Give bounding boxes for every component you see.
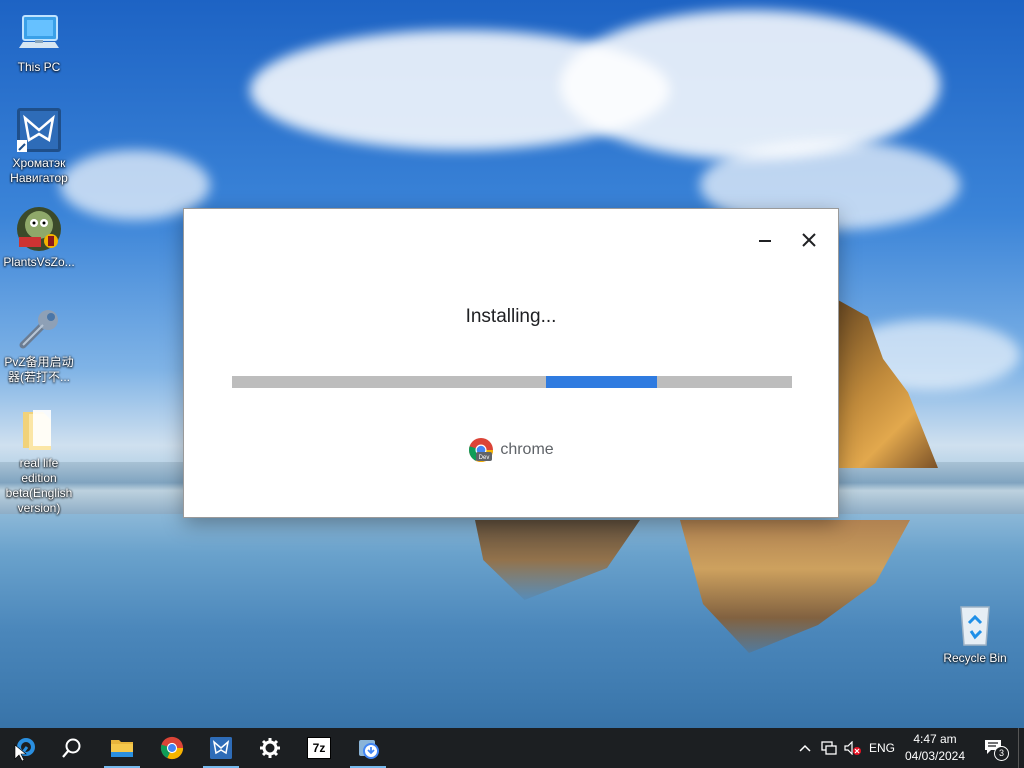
action-center-button[interactable]: 3 <box>978 728 1010 768</box>
minimize-button[interactable] <box>750 227 780 253</box>
install-progress-bar <box>232 376 792 388</box>
this-pc-icon <box>15 10 63 58</box>
recycle-bin-icon <box>951 601 999 649</box>
7zip-label: 7z <box>312 741 326 755</box>
chrome-icon <box>160 736 184 760</box>
clock-time: 4:47 am <box>913 732 957 746</box>
taskbar: 7z ENG 4:47 am 04/03/2024 3 <box>0 728 1024 768</box>
desktop-icon-folder[interactable]: real life edition beta(English version) <box>1 406 77 516</box>
dev-badge: Dev <box>479 455 490 461</box>
taskbar-7zip[interactable]: 7z <box>295 728 343 768</box>
start-button[interactable] <box>0 728 48 768</box>
tray-volume[interactable] <box>842 728 864 768</box>
clock-date: 04/03/2024 <box>904 749 966 763</box>
desktop-icon-chromatek-navigator[interactable]: Хроматэк Навигатор <box>1 106 77 186</box>
cliff-reflection <box>475 520 640 600</box>
desktop-icon-label: This PC <box>17 60 61 74</box>
7zip-icon: 7z <box>307 737 331 759</box>
volume-muted-icon <box>844 741 861 755</box>
chromatek-navigator-icon <box>210 737 232 759</box>
desktop-icon-this-pc[interactable]: This PC <box>1 10 77 75</box>
tray-network[interactable] <box>818 728 840 768</box>
network-icon <box>821 741 837 755</box>
taskbar-chrome[interactable] <box>148 728 196 768</box>
chrome-installer-dialog: Installing... Dev chrome <box>184 209 838 517</box>
zombie-icon <box>15 205 63 253</box>
chevron-up-icon <box>799 744 811 752</box>
tray-clock[interactable]: 4:47 am 04/03/2024 <box>898 731 972 765</box>
desktop-icon-recycle-bin[interactable]: Recycle Bin <box>937 601 1013 666</box>
install-status-text: Installing... <box>465 306 557 327</box>
cloud <box>560 10 940 160</box>
progress-indicator <box>546 376 657 388</box>
desktop-icon-plants-vs-zombies[interactable]: PlantsVsZo... <box>1 205 77 270</box>
notification-count-badge: 3 <box>994 746 1009 761</box>
taskbar-chromatek-navigator[interactable] <box>197 728 245 768</box>
search-button[interactable] <box>48 728 96 768</box>
desktop-icon-label: PlantsVsZo... <box>3 255 75 269</box>
taskbar-installer[interactable] <box>344 728 392 768</box>
tray-show-hidden[interactable] <box>794 728 816 768</box>
search-icon <box>62 738 81 758</box>
taskbar-settings[interactable] <box>246 728 294 768</box>
chrome-dev-logo: Dev <box>469 438 494 462</box>
desktop-icon-pvz-launcher[interactable]: PvZ备用启动器(若打不... <box>1 305 77 385</box>
minimize-icon <box>759 240 771 242</box>
chrome-brand-text: chrome <box>500 441 554 458</box>
folder-icon <box>15 406 63 454</box>
desktop-icon-label: real life edition beta(English version) <box>5 456 73 515</box>
start-icon <box>14 738 35 761</box>
desktop-icon-label: Хроматэк Навигатор <box>10 156 68 185</box>
desktop-icon-label: Recycle Bin <box>943 651 1007 665</box>
close-button[interactable] <box>794 227 824 253</box>
close-icon <box>802 233 816 247</box>
settings-icon <box>260 738 280 758</box>
cliff-reflection <box>680 520 910 653</box>
wrench-icon <box>15 305 63 353</box>
notification-icon: 3 <box>984 739 1009 761</box>
taskbar-file-explorer[interactable] <box>98 728 146 768</box>
chrome-dev-branding: Dev chrome <box>184 437 838 463</box>
language-indicator: ENG <box>868 741 895 755</box>
tray-language[interactable]: ENG <box>866 728 898 768</box>
file-explorer-icon <box>111 740 133 757</box>
chromatek-navigator-icon <box>15 106 63 154</box>
show-desktop-divider[interactable] <box>1018 728 1019 768</box>
installer-icon <box>359 740 379 759</box>
desktop-icon-label: PvZ备用启动器(若打不... <box>4 355 74 384</box>
